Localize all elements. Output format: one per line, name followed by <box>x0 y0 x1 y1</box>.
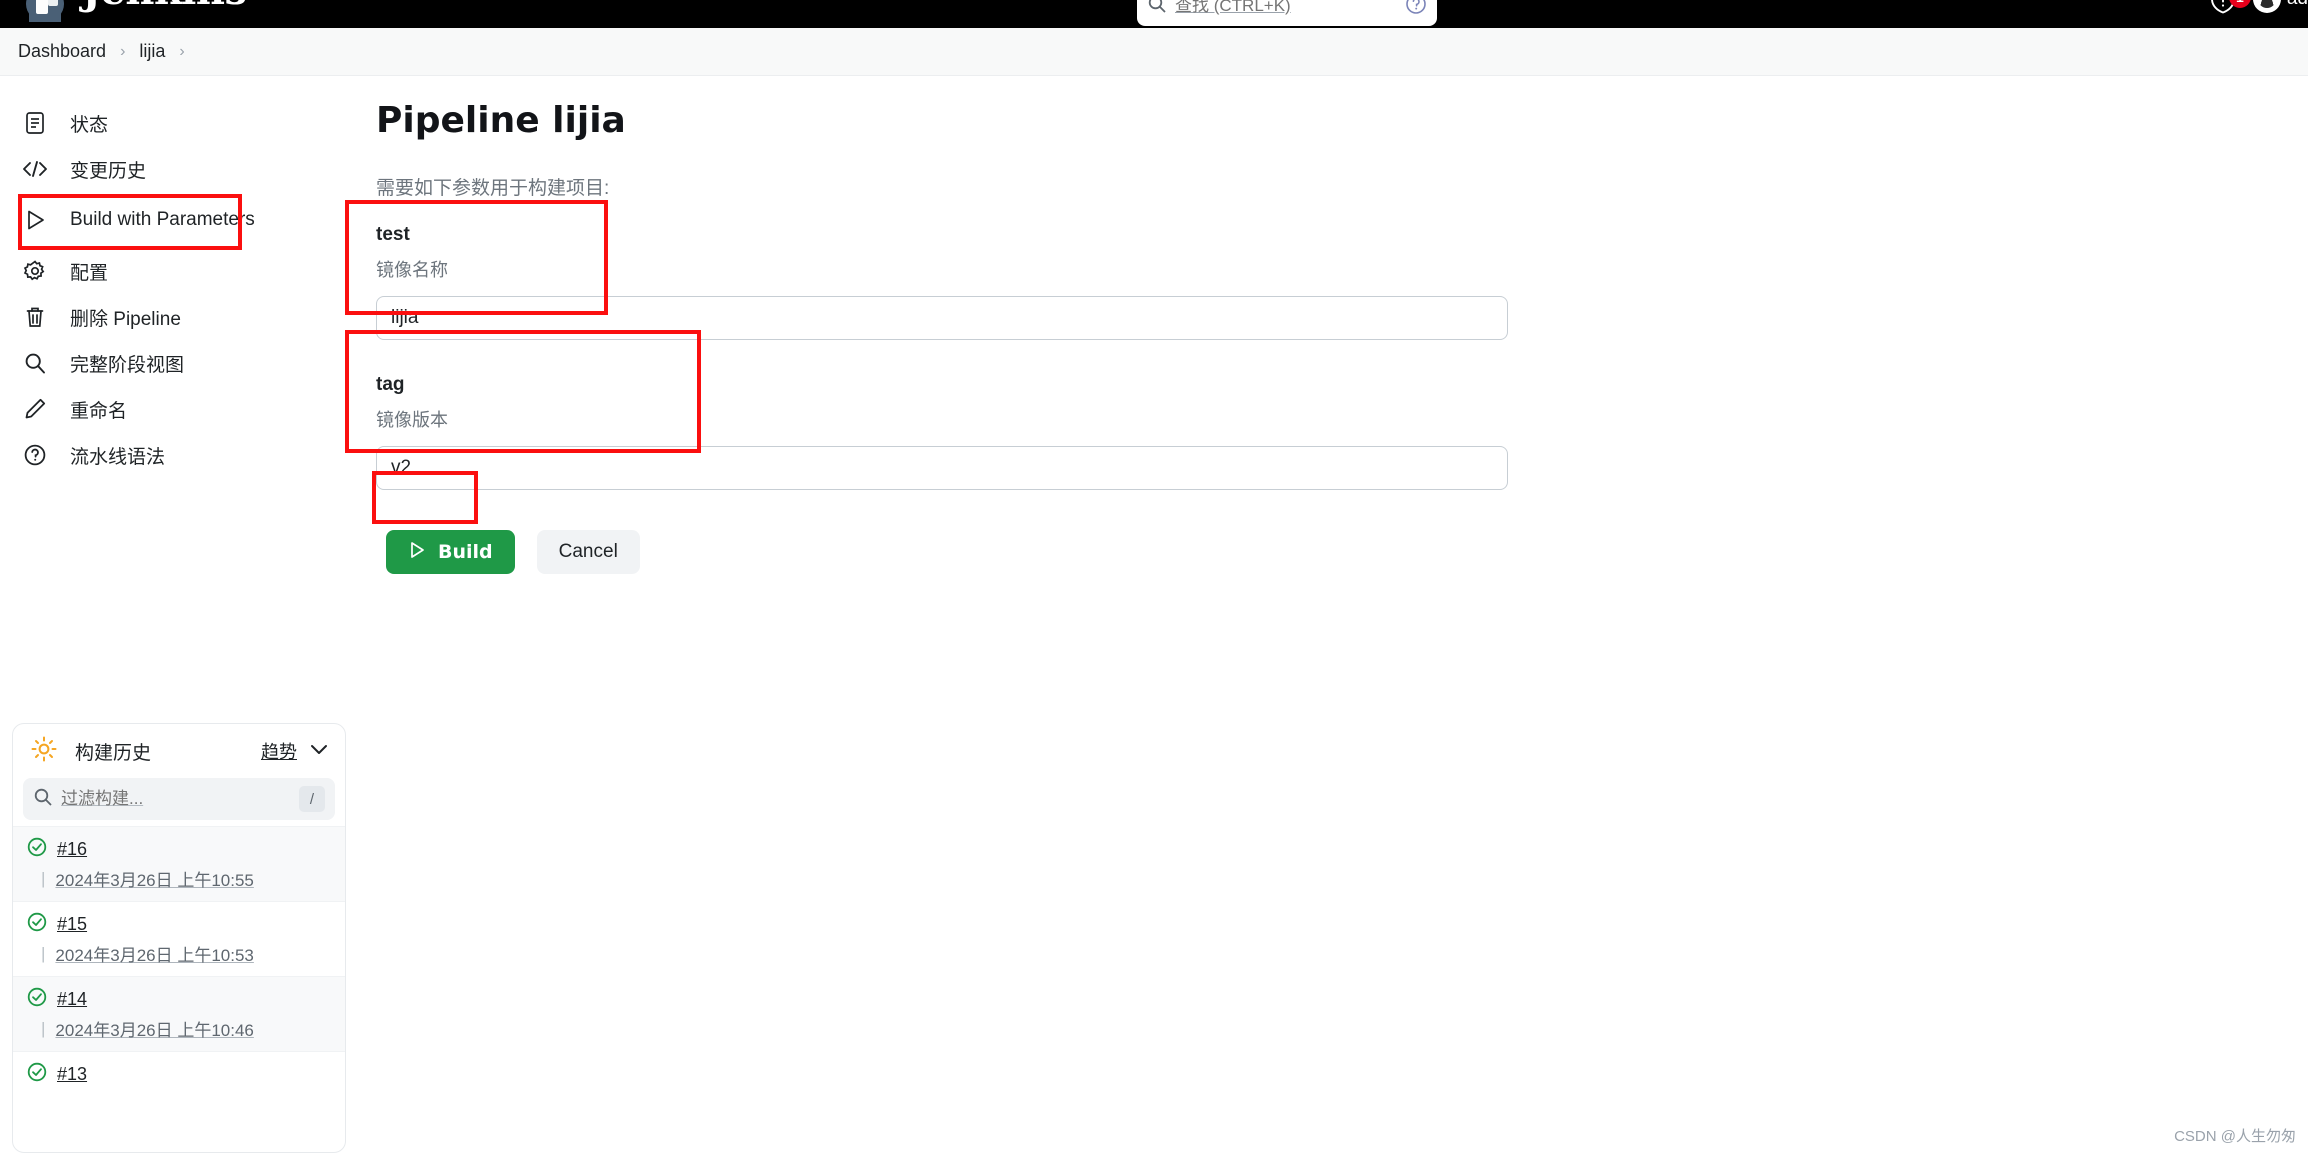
user-menu[interactable]: ad <box>2253 0 2308 13</box>
global-search[interactable] <box>1137 0 1437 26</box>
parameter-description: 镜像名称 <box>376 256 2308 282</box>
filter-shortcut-key: / <box>299 786 325 812</box>
build-date-text: 2024年3月26日 上午10:55 <box>55 866 253 891</box>
user-avatar-icon <box>2253 0 2281 13</box>
parameters-intro: 需要如下参数用于构建项目: <box>376 173 2308 200</box>
search-icon <box>33 787 53 812</box>
parameter-block-tag: tag 镜像版本 <box>376 374 2308 490</box>
parameter-description: 镜像版本 <box>376 406 2308 432</box>
build-filter[interactable]: / <box>23 778 335 820</box>
parameter-block-test: test 镜像名称 <box>376 224 2308 340</box>
parameter-name: tag <box>376 374 2308 396</box>
sidebar-item-rename[interactable]: 重命名 <box>0 386 360 432</box>
build-list-item[interactable]: #14 | 2024年3月26日 上午10:46 <box>13 976 345 1051</box>
sidebar-item-pipeline-syntax[interactable]: 流水线语法 <box>0 432 360 478</box>
weather-sun-icon <box>31 736 57 767</box>
play-triangle-icon <box>408 541 426 564</box>
header-icon-group: 1 ad <box>2209 0 2308 14</box>
build-number[interactable]: #15 <box>57 914 87 935</box>
build-filter-input[interactable] <box>61 789 299 809</box>
sidebar-item-label: 流水线语法 <box>70 442 165 469</box>
build-number[interactable]: #14 <box>57 989 87 1010</box>
build-date[interactable]: | 2024年3月26日 上午10:55 <box>41 866 345 891</box>
sidebar-item-delete-pipeline[interactable]: 删除 Pipeline <box>0 294 360 340</box>
parameter-input-test[interactable] <box>376 296 1508 340</box>
sidebar-item-label: 删除 Pipeline <box>70 304 181 331</box>
sidebar-item-full-stage-view[interactable]: 完整阶段视图 <box>0 340 360 386</box>
sidebar-item-change-history[interactable]: 变更历史 <box>0 146 360 192</box>
build-button-label: Build <box>438 541 493 563</box>
build-date-divider: | <box>41 944 45 964</box>
breadcrumb-item-dashboard[interactable]: Dashboard <box>18 41 106 62</box>
page-title: Pipeline lijia <box>376 100 2308 141</box>
breadcrumb-item-lijia[interactable]: lijia <box>139 41 165 62</box>
success-check-circle-icon <box>27 837 47 862</box>
build-date-text: 2024年3月26日 上午10:46 <box>55 1016 253 1041</box>
build-list: #16 | 2024年3月26日 上午10:55 #15 <box>13 826 345 1097</box>
build-history-title: 构建历史 <box>75 738 151 765</box>
sidebar-item-label: 配置 <box>70 258 108 285</box>
build-history-header: 构建历史 趋势 <box>13 724 345 778</box>
build-list-item[interactable]: #13 <box>13 1051 345 1097</box>
app-header: Jenkins 1 ad <box>0 0 2308 28</box>
brand[interactable]: Jenkins <box>18 0 246 22</box>
question-circle-icon <box>22 442 48 468</box>
build-date-text: 2024年3月26日 上午10:53 <box>55 941 253 966</box>
code-brackets-icon <box>22 156 48 182</box>
magnifier-icon <box>22 350 48 376</box>
sidebar-item-label: Build with Parameters <box>70 209 255 231</box>
breadcrumb: Dashboard › lijia › <box>0 28 2308 76</box>
sidebar-item-label: 状态 <box>70 110 108 137</box>
build-date[interactable]: | 2024年3月26日 上午10:46 <box>41 1016 345 1041</box>
search-icon <box>1147 0 1167 19</box>
chevron-right-icon: › <box>179 43 184 61</box>
build-date-divider: | <box>41 1019 45 1039</box>
play-triangle-icon <box>22 207 48 233</box>
watermark: CSDN @人生勿匆 <box>2174 1125 2296 1146</box>
jenkins-butler-logo-icon <box>18 0 72 22</box>
brand-text: Jenkins <box>82 0 246 14</box>
build-date-divider: | <box>41 869 45 889</box>
build-number[interactable]: #13 <box>57 1064 87 1085</box>
sidebar-item-status[interactable]: 状态 <box>0 100 360 146</box>
main-content: Pipeline lijia 需要如下参数用于构建项目: test 镜像名称 t… <box>360 76 2308 574</box>
security-indicator[interactable]: 1 <box>2209 0 2239 14</box>
success-check-circle-icon <box>27 912 47 937</box>
help-circle-icon[interactable] <box>1405 0 1427 20</box>
form-actions: Build Cancel <box>386 530 2308 574</box>
gear-icon <box>22 258 48 284</box>
build-list-item[interactable]: #15 | 2024年3月26日 上午10:53 <box>13 901 345 976</box>
trash-icon <box>22 304 48 330</box>
parameter-input-tag[interactable] <box>376 446 1508 490</box>
pencil-icon <box>22 396 48 422</box>
sidebar-item-label: 完整阶段视图 <box>70 350 184 377</box>
cancel-button[interactable]: Cancel <box>537 530 640 574</box>
parameter-name: test <box>376 224 2308 246</box>
search-input[interactable] <box>1175 0 1405 16</box>
chevron-right-icon: › <box>120 43 125 61</box>
success-check-circle-icon <box>27 1062 47 1087</box>
build-date[interactable]: | 2024年3月26日 上午10:53 <box>41 941 345 966</box>
user-name: ad <box>2287 0 2308 10</box>
trend-link[interactable]: 趋势 <box>261 738 297 764</box>
success-check-circle-icon <box>27 987 47 1012</box>
document-icon <box>22 110 48 136</box>
build-button[interactable]: Build <box>386 530 515 574</box>
build-number[interactable]: #16 <box>57 839 87 860</box>
sidebar-item-configure[interactable]: 配置 <box>0 248 360 294</box>
chevron-down-icon[interactable] <box>309 742 329 761</box>
sidebar-item-build-with-parameters[interactable]: Build with Parameters <box>0 192 360 248</box>
sidebar-item-label: 重命名 <box>70 396 127 423</box>
sidebar: 状态 变更历史 Build with Parameters 配置 <box>0 76 360 1152</box>
sidebar-item-label: 变更历史 <box>70 156 146 183</box>
build-list-item[interactable]: #16 | 2024年3月26日 上午10:55 <box>13 826 345 901</box>
build-history-panel: 构建历史 趋势 / <box>12 723 346 1153</box>
